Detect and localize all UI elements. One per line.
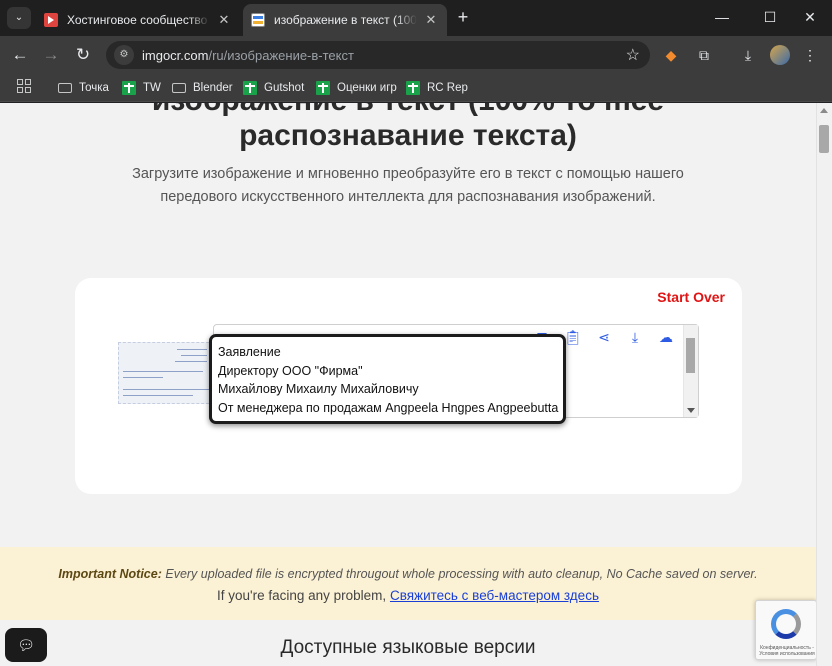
tab-bar: ⌄ Хостинговое сообщество «Tim ✕ изображе… bbox=[0, 0, 832, 36]
browser-toolbar: ← → ↻ ⚙ imgocr.com/ru/изображение-в-текс… bbox=[0, 36, 832, 74]
hero-title-cut: изображение в текст (100% то mee bbox=[0, 103, 816, 118]
bookmark-tochka[interactable]: Точка bbox=[58, 79, 109, 97]
youtube-favicon-icon bbox=[44, 13, 58, 27]
tab-title: изображение в текст (100% то bbox=[274, 13, 417, 27]
result-line: Михайлову Михаилу Михайловичу bbox=[218, 382, 419, 396]
bookmark-rc-rep[interactable]: RC Rep bbox=[406, 79, 468, 97]
download-icon[interactable]: ⤓ bbox=[626, 328, 644, 346]
metamask-extension-icon[interactable]: ◆ bbox=[661, 45, 681, 65]
green-plus-icon bbox=[122, 81, 136, 95]
menu-icon[interactable]: ⋮ bbox=[800, 45, 820, 65]
languages-heading: Доступные языковые версии bbox=[280, 637, 536, 658]
page-scroll-thumb[interactable] bbox=[819, 125, 829, 153]
result-line: Заявление bbox=[218, 345, 281, 359]
scroll-up-arrow-icon[interactable] bbox=[820, 108, 828, 113]
bookmark-gutshot[interactable]: Gutshot bbox=[243, 79, 304, 97]
close-tab-icon[interactable]: ✕ bbox=[216, 12, 232, 28]
bookmark-label: Blender bbox=[193, 82, 233, 94]
maximize-icon[interactable]: ☐ bbox=[748, 0, 792, 34]
green-plus-icon bbox=[406, 81, 420, 95]
folder-icon bbox=[58, 83, 72, 93]
clipboard-icon[interactable]: 📋︎ bbox=[564, 328, 582, 346]
close-tab-icon[interactable]: ✕ bbox=[423, 12, 439, 28]
forward-icon[interactable]: → bbox=[39, 43, 63, 67]
tab-hosting[interactable]: Хостинговое сообщество «Tim ✕ bbox=[36, 4, 240, 36]
result-line: От менеджера по продажам Angpeela Hngpes… bbox=[218, 400, 559, 415]
download-icon[interactable]: ⤓ bbox=[738, 45, 758, 65]
bookmark-label: Точка bbox=[79, 82, 109, 94]
page-title: распознавание текста) bbox=[239, 119, 577, 152]
profile-avatar[interactable] bbox=[770, 45, 790, 65]
result-scroll-thumb[interactable] bbox=[686, 338, 695, 373]
bookmark-label: TW bbox=[143, 82, 161, 94]
notice-text: Every uploaded file is encrypted througo… bbox=[165, 567, 758, 581]
tab-title: Хостинговое сообщество «Tim bbox=[67, 13, 210, 27]
scroll-down-arrow-icon[interactable] bbox=[687, 408, 695, 413]
green-plus-icon bbox=[243, 81, 257, 95]
new-tab-icon[interactable]: + bbox=[452, 6, 474, 28]
url-host: imgocr.com bbox=[142, 47, 209, 63]
url-path: /ru/изображение-в-текст bbox=[208, 47, 354, 63]
extensions-icon[interactable]: ⧉ bbox=[694, 45, 714, 65]
recaptcha-logo-icon bbox=[771, 609, 801, 639]
notice-line-1: Important Notice: Every uploaded file is… bbox=[0, 567, 816, 581]
apps-grid-icon[interactable] bbox=[17, 79, 31, 93]
bookmark-blender[interactable]: Blender bbox=[172, 79, 233, 97]
notice-problem-text: If you're facing any problem, bbox=[217, 588, 387, 603]
address-bar[interactable]: ⚙ imgocr.com/ru/изображение-в-текст ☆ bbox=[106, 41, 650, 69]
notice-label: Important Notice: bbox=[58, 567, 162, 581]
notice-line-2: If you're facing any problem, Свяжитесь … bbox=[0, 588, 816, 603]
page-scrollbar[interactable] bbox=[816, 103, 832, 666]
bookmark-tw[interactable]: TW bbox=[122, 79, 161, 97]
start-over-button[interactable]: Start Over bbox=[657, 289, 725, 305]
important-notice: Important Notice: Every uploaded file is… bbox=[0, 547, 816, 620]
imgocr-favicon-icon bbox=[251, 13, 265, 27]
share-icon[interactable]: ⋖ bbox=[595, 328, 613, 346]
bookmark-label: RC Rep bbox=[427, 82, 468, 94]
back-icon[interactable]: ← bbox=[8, 43, 32, 67]
result-line: Директору ООО "Фирма" bbox=[218, 363, 363, 378]
contact-webmaster-link[interactable]: Свяжитесь с веб-мастером здесь bbox=[390, 588, 599, 603]
folder-icon bbox=[172, 83, 186, 93]
bookmark-label: Оценки игр bbox=[337, 82, 397, 94]
reload-icon[interactable]: ↻ bbox=[71, 43, 95, 67]
green-plus-icon bbox=[316, 81, 330, 95]
bookmark-game-ratings[interactable]: Оценки игр bbox=[316, 79, 397, 97]
uploaded-image-thumbnail[interactable] bbox=[118, 342, 214, 404]
site-info-icon[interactable]: ⚙ bbox=[114, 45, 134, 65]
close-window-icon[interactable]: ✕ bbox=[788, 0, 832, 34]
cloud-download-icon[interactable]: ☁ bbox=[657, 328, 675, 346]
tab-search-button[interactable]: ⌄ bbox=[7, 7, 31, 29]
chat-bubble-icon[interactable]: 💬︎ bbox=[5, 628, 47, 662]
bookmark-label: Gutshot bbox=[264, 82, 305, 94]
minimize-icon[interactable]: — bbox=[700, 0, 744, 34]
ocr-result-text[interactable]: Заявление Директору ООО "Фирма" Михайлов… bbox=[209, 334, 566, 424]
recaptcha-text: Конфиденциальность - Условия использован… bbox=[759, 645, 815, 657]
recaptcha-badge[interactable]: Конфиденциальность - Условия использован… bbox=[755, 600, 816, 660]
page-subtitle: Загрузите изображение и мгновенно преобр… bbox=[132, 166, 684, 205]
tab-imgocr[interactable]: изображение в текст (100% то ✕ bbox=[243, 4, 447, 36]
bookmark-star-icon[interactable]: ☆ bbox=[626, 45, 640, 65]
